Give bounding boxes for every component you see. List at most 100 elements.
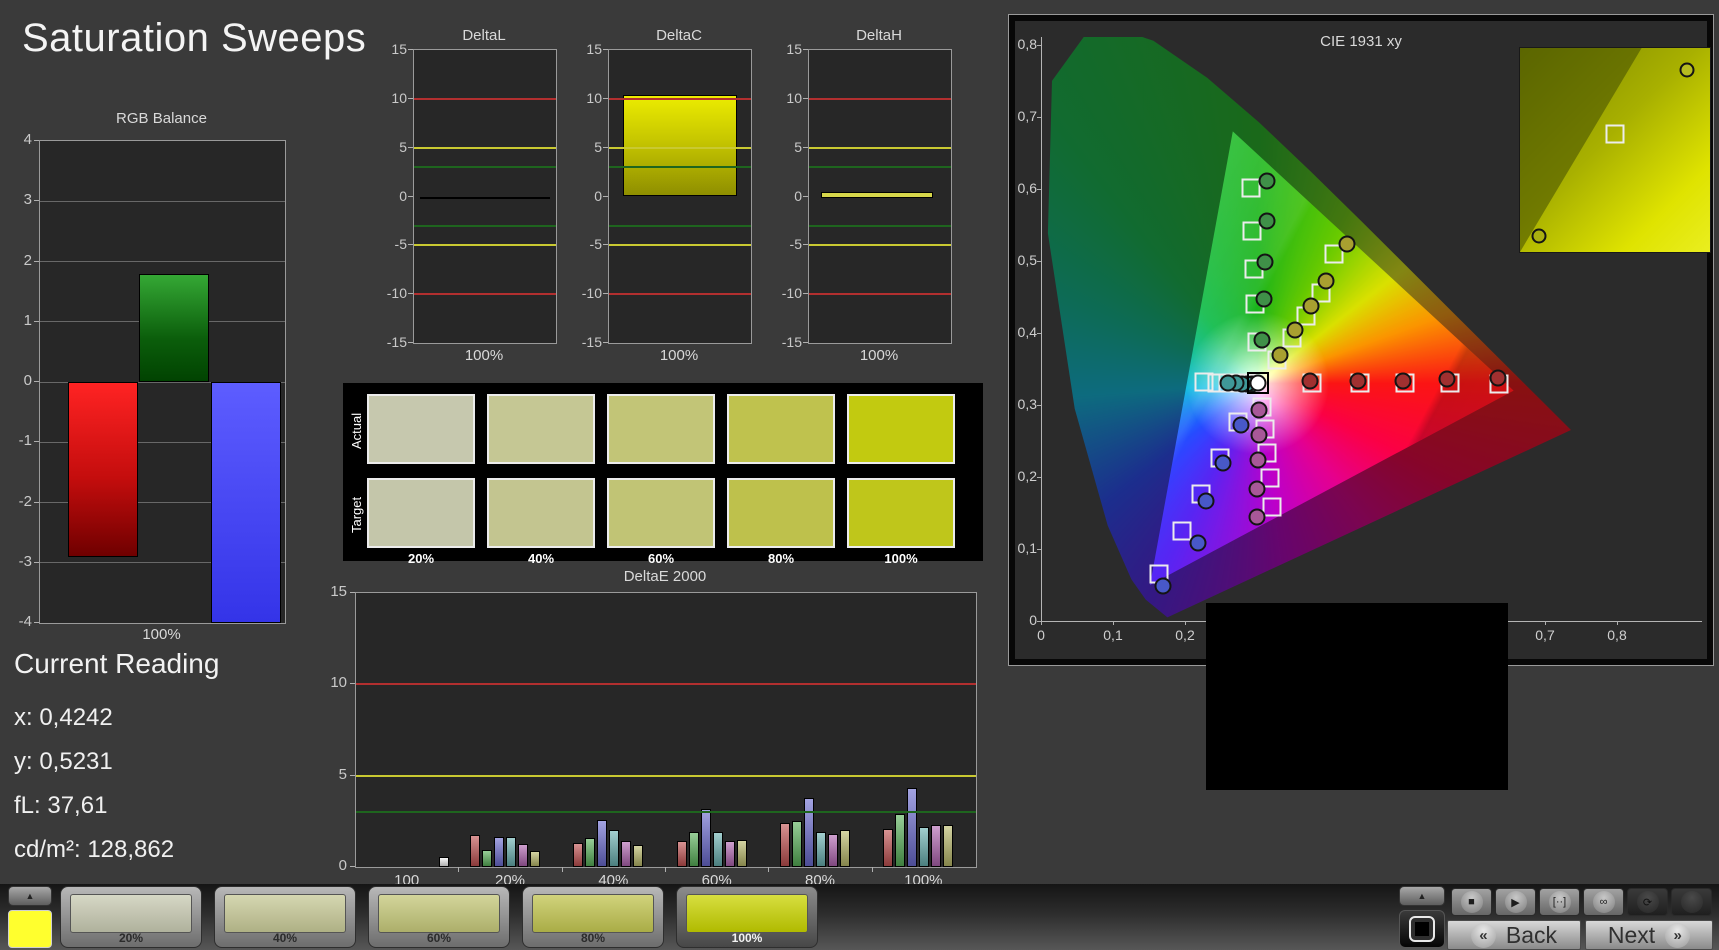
cie-measured-point-red (1438, 370, 1456, 388)
deltae-bar-red (676, 841, 687, 867)
play-button[interactable]: ▶ (1495, 888, 1536, 916)
axis-tick (350, 866, 355, 867)
pattern-swatch-color (224, 894, 346, 933)
actual-swatch-60% (607, 394, 715, 464)
y-axis-tick-label: 5 (794, 138, 802, 155)
pattern-swatch-button-40%[interactable]: 40% (214, 886, 356, 948)
cie-measured-point-red (1301, 372, 1319, 390)
y-axis-tick-label: -15 (581, 334, 602, 350)
reference-line (809, 146, 951, 149)
pattern-swatch-button-20%[interactable]: 20% (60, 886, 202, 948)
pattern-window-button[interactable] (1399, 910, 1445, 948)
deltae-plot (355, 592, 977, 868)
y-axis-tick-label: 2 (23, 251, 32, 269)
scroll-up-right-button[interactable]: ▲ (1399, 886, 1445, 906)
y-axis-tick-label: -15 (386, 334, 407, 350)
y-axis-tick-label: 10 (330, 674, 347, 692)
y-axis-tick-label: -5 (394, 236, 407, 253)
cie-x-tick-label: 0,8 (1607, 627, 1627, 643)
y-axis-tick-label: -3 (18, 552, 32, 570)
y-axis-tick-label: 0 (594, 187, 602, 204)
cie-1931-panel: CIE 1931 xy 0 0,1 0,2 0,3 0,4 0,5 0,6 0,7 0,8 0 0,… (1008, 14, 1714, 666)
axis-tick (1037, 45, 1041, 46)
next-button-label: Next (1607, 921, 1656, 948)
y-axis-tick-label: 5 (338, 765, 347, 783)
current-color-swatch[interactable] (8, 910, 52, 948)
deltae-bar-blue (700, 808, 711, 867)
cie-y-tick-label: 0,6 (1017, 180, 1037, 196)
y-axis-tick-label: -4 (18, 613, 32, 630)
rgb-balance-plot (39, 140, 286, 624)
reading-cdm: cd/m²: 128,862 (14, 836, 175, 863)
page-title: Saturation Sweeps (22, 16, 367, 60)
deltae-bar-green (585, 837, 596, 867)
inset-target-square (1605, 124, 1625, 144)
refresh-button[interactable]: ⟳ (1627, 888, 1668, 916)
reference-line (414, 244, 556, 247)
deltae-bar-green (688, 832, 699, 867)
pattern-swatch-button-60%[interactable]: 60% (368, 886, 510, 948)
deltae-bar-yellow (633, 845, 644, 867)
loop-icon: ∞ (1592, 891, 1615, 913)
back-button[interactable]: « Back (1447, 920, 1581, 950)
cie-measured-point-red (1349, 372, 1367, 390)
stop-button[interactable]: ■ (1451, 888, 1492, 916)
rgb-bar-blue (211, 382, 281, 623)
swatch-column-label: 80% (767, 551, 795, 566)
cie-measured-point-cyan (1219, 374, 1237, 392)
deltae-bar-magenta (621, 841, 632, 867)
back-button-label: Back (1505, 921, 1558, 948)
pattern-button[interactable]: [··] (1539, 888, 1580, 916)
actual-row-label: Actual (349, 412, 364, 449)
y-axis-tick-label: -10 (581, 285, 602, 302)
next-button[interactable]: Next » (1585, 920, 1713, 950)
reference-line (809, 97, 951, 100)
y-axis-tick-label: 15 (391, 41, 407, 57)
blank-icon (1680, 891, 1703, 913)
axis-tick (1041, 621, 1042, 625)
scroll-up-left-button[interactable]: ▲ (8, 886, 52, 906)
deltae-bar-white (438, 856, 449, 867)
axis-tick (603, 195, 608, 197)
deltae-bar-magenta (828, 834, 838, 867)
axis-tick (803, 293, 808, 295)
deltae-bar-yellow (943, 824, 954, 867)
axis-tick (561, 867, 563, 872)
pattern-swatch-button-80%[interactable]: 80% (522, 886, 664, 948)
gridline (40, 200, 285, 202)
axis-tick (803, 342, 808, 343)
cie-measured-point-green (1256, 253, 1274, 271)
reference-line (609, 224, 751, 227)
cie-measured-point-green (1255, 290, 1273, 308)
stop-icon: ■ (1460, 891, 1483, 913)
y-axis-tick-label: 15 (786, 41, 802, 57)
target-swatch-60% (607, 478, 715, 548)
reference-line (609, 244, 751, 247)
inset-gamut-edge (1520, 48, 1642, 252)
blank-button[interactable] (1671, 888, 1712, 916)
loop-button[interactable]: ∞ (1583, 888, 1624, 916)
refresh-icon: ⟳ (1636, 891, 1659, 913)
y-axis-tick-label: 4 (23, 131, 32, 148)
deltae-bar-magenta (518, 844, 528, 867)
axis-tick (1037, 261, 1041, 262)
cie-measured-point-blue (1154, 577, 1172, 595)
axis-tick (603, 49, 608, 50)
axis-tick (34, 622, 39, 623)
pattern-swatch-color (532, 894, 654, 933)
cie-white-point (1249, 374, 1267, 392)
pattern-swatch-button-100%[interactable]: 100% (676, 886, 818, 948)
target-swatch-100% (847, 478, 955, 548)
x-axis-label: 100% (859, 347, 899, 364)
pattern-swatch-color (378, 894, 500, 933)
axis-tick (603, 342, 608, 343)
deltae-bar-green (792, 821, 802, 867)
actual-target-swatch-panel: Actual Target 20% 40% 60% 80% 100% (343, 383, 983, 566)
reference-line (809, 166, 951, 169)
deltac-plot (608, 49, 752, 344)
cie-measured-point-yellow (1338, 235, 1356, 253)
reading-fL: fL: 37,61 (14, 792, 108, 819)
cie-x-tick-label: 0 (1037, 627, 1045, 643)
calibration-app-window: Saturation Sweeps RGB Balance 4 3 2 1 0 -1 -2 -3… (0, 0, 1719, 950)
swatch-column-label: 20% (407, 551, 435, 566)
